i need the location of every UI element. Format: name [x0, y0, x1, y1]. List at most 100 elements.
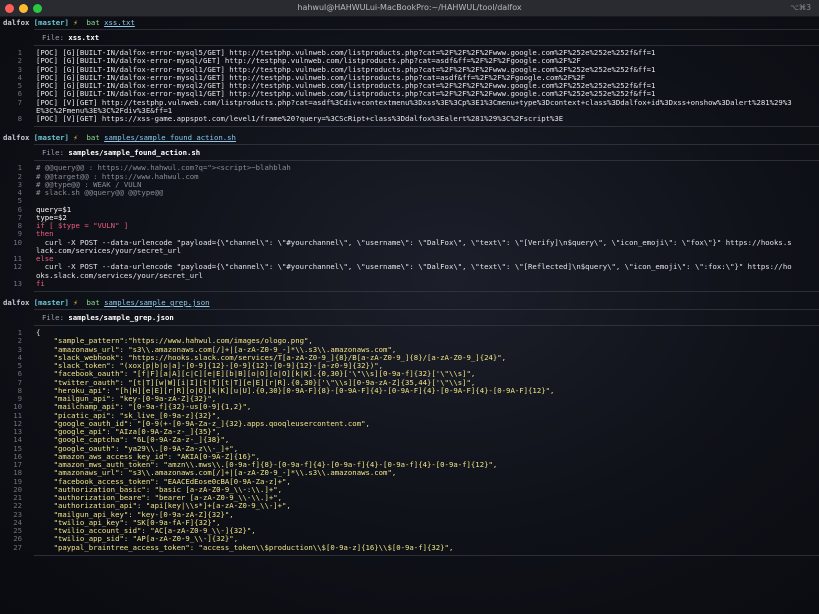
command-argument[interactable]: samples/sample_found_action.sh: [104, 133, 236, 142]
code-line: 3 # @@type@@ : WEAK / VULN: [0, 180, 819, 189]
line-number: 5: [17, 196, 22, 206]
line-number: 8: [17, 221, 22, 230]
code-line: 7 type=$2: [0, 212, 819, 222]
code-line: 11 "picatic_api": "sk_live_[0-9a-z]{32}"…: [0, 411, 819, 420]
code-line: 10 "mailchamp_api": "[0-9a-f]{32}-us[0-9…: [0, 402, 819, 411]
line-text: [POC] [G][BUILT-IN/dalfox-error-mysql1/G…: [36, 65, 656, 74]
file-name: samples/sample_found_action.sh: [68, 148, 201, 158]
line-text: [POC] [G][BUILT-IN/dalfox-error-mysql1/G…: [36, 73, 586, 82]
line-text: "authorization_basic": "basic [a-zA-Z0-9…: [36, 485, 283, 494]
shell-prompt: dalfox [master] ⚡ bat samples/sample_gre…: [0, 297, 819, 309]
code-line: 19 "facebook_access_token": "EAACEdEose0…: [0, 477, 819, 486]
line-text: E%3C%2Fmenu%3E%3C%2Fdiv%3E&ff=1: [36, 106, 173, 115]
line-text: "slack_token": "(xox[p|b|o|a]-[0-9]{12}-…: [36, 362, 384, 370]
prompt-host: dalfox: [3, 133, 30, 143]
line-text: [POC] [G][BUILT-IN/dalfox-error-mysql5/G…: [36, 49, 656, 57]
divider: [34, 291, 819, 292]
line-number: 3: [17, 64, 22, 74]
shell-prompt: dalfox [master] ⚡ bat xss.txt: [0, 17, 819, 29]
prompt-branch: [master]: [33, 18, 69, 27]
file-name: samples/sample_grep.json: [68, 313, 174, 322]
line-number: 7: [17, 212, 22, 222]
code-line: 26 "twilio_app_sid": "AP[a-zA-Z0-9_\\-]{…: [0, 534, 819, 544]
divider: [34, 554, 819, 556]
code-line: 16 "amazon_aws_access_key_id": "AKIA[0-9…: [0, 452, 819, 461]
window-shortcut: ⌥⌘3: [790, 3, 811, 12]
line-number: 5: [17, 81, 22, 90]
code-line: 9 then: [0, 229, 819, 239]
line-number: 10: [13, 237, 22, 247]
title-bar: hahwul@HAHWULui-MacBookPro:~/HAHWUL/tool…: [0, 0, 819, 17]
line-number: 2: [17, 336, 22, 346]
prompt-branch: [master]: [33, 133, 69, 143]
line-number: 7: [17, 97, 22, 107]
code-line: 6 [POC] [G][BUILT-IN/dalfox-error-mysql1/…: [0, 89, 819, 99]
command-name: bat: [86, 133, 100, 143]
code-line: 10 curl -X POST --data-urlencode "payloa…: [0, 237, 819, 247]
line-text: "picatic_api": "sk_live_[0-9a-z]{32}",: [36, 411, 221, 420]
code-line: 24 "twilio_api_key": "SK[0-9a-fA-F]{32}"…: [0, 518, 819, 527]
line-number: 4: [17, 352, 22, 362]
line-number: 1: [17, 48, 22, 57]
line-text: "amazonaws_url": "s3\\.amazonaws.com[/]+…: [36, 469, 397, 478]
line-number: 12: [13, 262, 22, 272]
line-number: 6: [17, 369, 22, 379]
line-number: 3: [17, 344, 22, 354]
line-number: 5: [17, 361, 22, 370]
file-label: File:: [42, 33, 69, 42]
command-argument[interactable]: samples/sample_grep.json: [104, 298, 209, 307]
code-line: 3 [POC] [G][BUILT-IN/dalfox-error-mysql1/…: [0, 64, 819, 74]
command-block: dalfox [master] ⚡ bat samples/sample_fou…: [0, 132, 819, 297]
line-text: "sample_pattern":"https://www.hahwul.com…: [36, 337, 313, 346]
line-text: # slack.sh @@query@@ @@type@@: [36, 189, 164, 197]
command-argument[interactable]: xss.txt: [104, 18, 135, 27]
line-text: "authorization_beare": "bearer [a-zA-Z0-…: [36, 494, 283, 502]
code-line: 8 if [ $type = "VULN" ]: [0, 221, 819, 230]
line-text: "mailgun_api_key": "key-[0-9a-zA-Z]{32}"…: [36, 510, 234, 519]
file-label: File:: [42, 313, 69, 322]
file-contents: 1 [POC] [G][BUILT-IN/dalfox-error-mysql5/…: [0, 46, 819, 126]
code-line: 9 "mailgun_api": "key-[0-9a-zA-Z]{32}",: [0, 394, 819, 403]
terminal-content[interactable]: dalfox [master] ⚡ bat xss.txt File: xss.t…: [0, 17, 819, 614]
line-text: "amazonaws_url": "s3\\.amazonaws.com[/]+…: [36, 345, 397, 354]
line-text: "twitter_oauth": "[t|T][w|W][i|I][t|T][t…: [36, 378, 476, 387]
code-line: 5 "slack_token": "(xox[p|b|o|a]-[0-9]{12…: [0, 361, 819, 370]
line-text: type=$2: [36, 213, 67, 222]
line-text: "facebook_oauth": "[f|F][a|A][c|C][e|E][…: [36, 370, 476, 379]
divider: [34, 29, 819, 30]
line-text: fi: [36, 279, 45, 288]
line-text: [POC] [V][GET] https://xss-game.appspot.…: [36, 115, 564, 123]
line-text: "facebook_access_token": "EAACEdEose0cBA…: [36, 477, 291, 486]
file-label: File:: [42, 148, 69, 158]
file-contents: 1 # @@query@@ : https://www.hahwul.com?q=…: [0, 161, 819, 291]
line-text: "amazon_aws_access_key_id": "AKIA[0-9A-Z…: [36, 452, 261, 461]
code-line: 7 [POC] [V][GET] http://testphp.vulnweb.c…: [0, 97, 819, 107]
line-text: "twilio_app_sid": "AP[a-zA-Z0-9_\\-]{32}…: [36, 535, 239, 544]
file-header: File: samples/sample_grep.json: [0, 310, 819, 325]
code-line: 25 "twilio_account_sid": "AC[a-zA-Z0-9_\…: [0, 526, 819, 535]
prompt-host: dalfox: [3, 298, 30, 307]
line-number: 6: [17, 89, 22, 99]
line-text: "heroku_api": "[h|H][e|E][r|R][o|O][k|K]…: [36, 386, 555, 395]
file-header: File: samples/sample_found_action.sh: [0, 145, 819, 160]
code-line: 22 "authorization_api": "api[key|\\s*]+[…: [0, 501, 819, 510]
code-line: 15 "google_oauth": "ya29\\.[0-9A-Za-z\\-…: [0, 444, 819, 453]
line-number: 6: [17, 204, 22, 214]
file-header: File: xss.txt: [0, 30, 819, 45]
code-line: 3 "amazonaws_url": "s3\\.amazonaws.com[/…: [0, 344, 819, 354]
line-number: 7: [17, 377, 22, 387]
code-line: 13 "google_api": "AIza[0-9A-Za-z-_]{35}"…: [0, 427, 819, 436]
line-text: then: [36, 230, 54, 239]
line-text: # @@query@@ : https://www.hahwul.com?q="…: [36, 164, 291, 173]
code-line: 1{: [0, 328, 819, 337]
line-text: "google_oauth_id": "[0-9(+-[0-9A-Za-z_]{…: [36, 419, 370, 428]
command-name: bat: [86, 18, 100, 27]
line-text: [POC] [G][BUILT-IN/dalfox-error-mysql/GE…: [36, 57, 581, 66]
line-text: "twilio_account_sid": "AC[a-zA-Z0-9_\\-]…: [36, 527, 256, 535]
line-text: [POC] [G][BUILT-IN/dalfox-error-mysql1/G…: [36, 90, 656, 99]
line-text: {: [36, 329, 41, 337]
prompt-host: dalfox: [3, 18, 30, 27]
code-line: 18 "amazonaws_url": "s3\\.amazonaws.com[…: [0, 468, 819, 478]
divider: [34, 45, 819, 46]
line-number: 1: [17, 328, 22, 337]
